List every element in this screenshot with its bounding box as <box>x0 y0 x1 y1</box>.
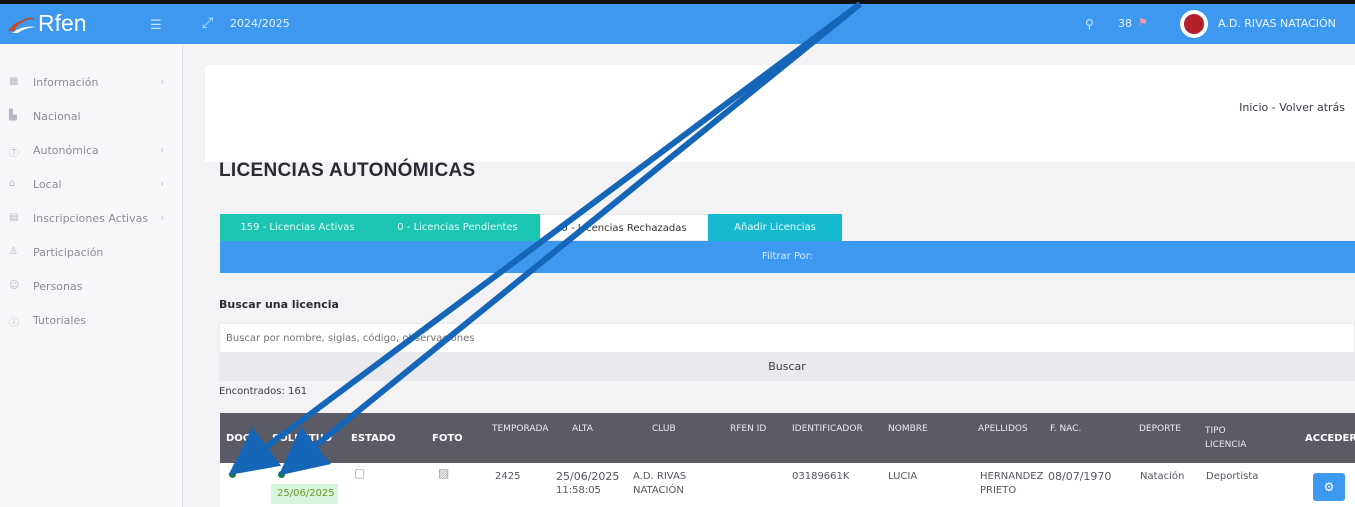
results-count: Encontrados: 161 <box>219 386 308 397</box>
access-button[interactable]: ⚙ <box>1313 473 1345 501</box>
col-acceder[interactable]: ACCEDER <box>1305 413 1355 463</box>
club-avatar[interactable] <box>1180 10 1208 38</box>
chevron-right-icon: › <box>160 211 165 224</box>
sidebar-item-autonomica[interactable]: Ⓣ Autonómica › <box>0 141 183 163</box>
people-icon: ♙ <box>9 246 18 257</box>
info-icon: ⓘ <box>9 318 19 329</box>
sidebar-item-participacion[interactable]: ♙ Participación <box>0 243 183 265</box>
cell-identificador: 03189661K <box>792 471 850 482</box>
col-foto[interactable]: FOTO <box>432 413 463 463</box>
pin-icon: ⌂ <box>9 178 16 189</box>
sidebar-item-label: Información <box>33 76 99 89</box>
notification-count[interactable]: 38 <box>1118 17 1132 30</box>
logo-text: Rfen <box>38 10 87 36</box>
flag-icon[interactable]: ⚑ <box>1138 16 1148 29</box>
sidebar-item-label: Autonómica <box>33 144 99 157</box>
col-f-nac[interactable]: F. NAC. <box>1050 413 1081 463</box>
col-alta[interactable]: ALTA <box>572 413 593 463</box>
cell-tipo-licencia: Deportista <box>1206 471 1259 482</box>
main-content: Inicio - Volver atrás LICENCIAS AUTONÓMI… <box>188 44 1355 507</box>
sidebar-item-inscripciones[interactable]: ▤ Inscripciones Activas › <box>0 209 183 231</box>
club-crest-icon <box>1184 14 1204 34</box>
col-apellidos[interactable]: APELLIDOS <box>978 413 1028 463</box>
expand-icon[interactable]: ⤢ <box>202 15 213 31</box>
cell-temporada: 2425 <box>495 471 521 482</box>
page-title: LICENCIAS AUTONÓMICAS <box>219 160 476 181</box>
col-solicitud[interactable]: SOLICITUD <box>272 413 332 463</box>
col-doc[interactable]: DOC <box>226 413 250 463</box>
search-button[interactable]: Buscar <box>219 353 1355 381</box>
sidebar-item-label: Inscripciones Activas <box>33 212 149 225</box>
cell-alta-date: 25/06/2025 <box>556 470 620 483</box>
sidebar-item-label: Participación <box>33 246 104 259</box>
col-estado[interactable]: ESTADO <box>351 413 396 463</box>
doc-status-dot <box>229 471 236 478</box>
col-tipo-licencia[interactable]: TIPO LICENCIA <box>1205 413 1251 463</box>
col-rfen-id[interactable]: RFEN ID <box>730 413 766 463</box>
tab-licencias-rechazadas[interactable]: 0 - Licencias Rechazadas <box>540 214 708 241</box>
search-icon[interactable]: ⚲ <box>1085 17 1094 31</box>
solicitud-status-dot <box>278 471 285 478</box>
sidebar-item-label: Nacional <box>33 110 81 123</box>
message-icon[interactable]: ▢ <box>354 467 365 480</box>
sidebar-item-label: Personas <box>33 280 83 293</box>
col-temporada[interactable]: TEMPORADA <box>492 413 548 463</box>
rfen-logo-icon <box>8 17 36 33</box>
col-identificador[interactable]: IDENTIFICADOR <box>792 413 863 463</box>
filter-bar[interactable]: Filtrar Por: <box>220 241 1355 273</box>
chevron-right-icon: › <box>160 75 165 88</box>
cell-apellidos-line2: PRIETO <box>980 485 1017 496</box>
breadcrumb[interactable]: Inicio - Volver atrás <box>1239 101 1345 114</box>
search-label: Buscar una licencia <box>219 298 339 311</box>
sidebar-item-informacion[interactable]: ▦ Información › <box>0 73 183 95</box>
document-icon: ▤ <box>9 212 19 223</box>
sidebar-item-tutoriales[interactable]: ⓘ Tutoriales <box>0 311 183 333</box>
cell-f-nac: 08/07/1970 <box>1048 470 1112 483</box>
cell-club-line2: NATACIÓN <box>633 485 684 496</box>
cell-alta-time: 11:58:05 <box>556 485 601 496</box>
image-icon[interactable]: ▨ <box>438 467 449 480</box>
table-row[interactable]: 25/06/2025 ▢ ▨ 2425 25/06/2025 11:58:05 … <box>220 463 1355 507</box>
chevron-right-icon: › <box>160 177 165 190</box>
gear-icon: ⚙ <box>1323 480 1335 494</box>
tab-anadir-licencias[interactable]: Añadir Licencias <box>708 214 842 241</box>
search-input[interactable] <box>219 323 1355 353</box>
sidebar-item-nacional[interactable]: ▙ Nacional <box>0 107 183 129</box>
grid-icon: ▦ <box>9 76 19 87</box>
tab-licencias-activas[interactable]: 159 - Licencias Activas <box>220 214 375 241</box>
sidebar-item-local[interactable]: ⌂ Local › <box>0 175 183 197</box>
cell-apellidos-line1: HERNANDEZ <box>980 471 1044 482</box>
region-icon: Ⓣ <box>9 148 19 159</box>
season-label[interactable]: 2024/2025 <box>230 17 290 30</box>
col-club[interactable]: CLUB <box>652 413 676 463</box>
sidebar-item-personas[interactable]: ☺ Personas <box>0 277 183 299</box>
cell-club-line1: A.D. RIVAS <box>633 471 687 482</box>
sidebar-item-label: Tutoriales <box>33 314 86 327</box>
tab-licencias-pendientes[interactable]: 0 - Licencias Pendientes <box>375 214 540 241</box>
flag-icon: ▙ <box>9 110 17 121</box>
person-icon: ☺ <box>9 280 20 291</box>
breadcrumb-bar: Inicio - Volver atrás <box>205 65 1355 162</box>
sidebar: ▦ Información › ▙ Nacional Ⓣ Autonómica … <box>0 44 183 507</box>
solicitud-date: 25/06/2025 <box>271 484 338 504</box>
sidebar-item-label: Local <box>33 178 62 191</box>
col-deporte[interactable]: DEPORTE <box>1139 413 1181 463</box>
chevron-right-icon: › <box>160 143 165 156</box>
top-header: Rfen ☰ ⤢ 2024/2025 ⚲ 38 ⚑ A.D. RIVAS NAT… <box>0 4 1355 44</box>
cell-nombre: LUCIA <box>888 471 918 482</box>
col-nombre[interactable]: NOMBRE <box>888 413 928 463</box>
table-header: DOC SOLICITUD ESTADO FOTO TEMPORADA ALTA… <box>220 413 1355 463</box>
cell-deporte: Natación <box>1140 471 1185 482</box>
club-name[interactable]: A.D. RIVAS NATACIÓN <box>1218 17 1336 30</box>
menu-icon[interactable]: ☰ <box>150 18 162 33</box>
